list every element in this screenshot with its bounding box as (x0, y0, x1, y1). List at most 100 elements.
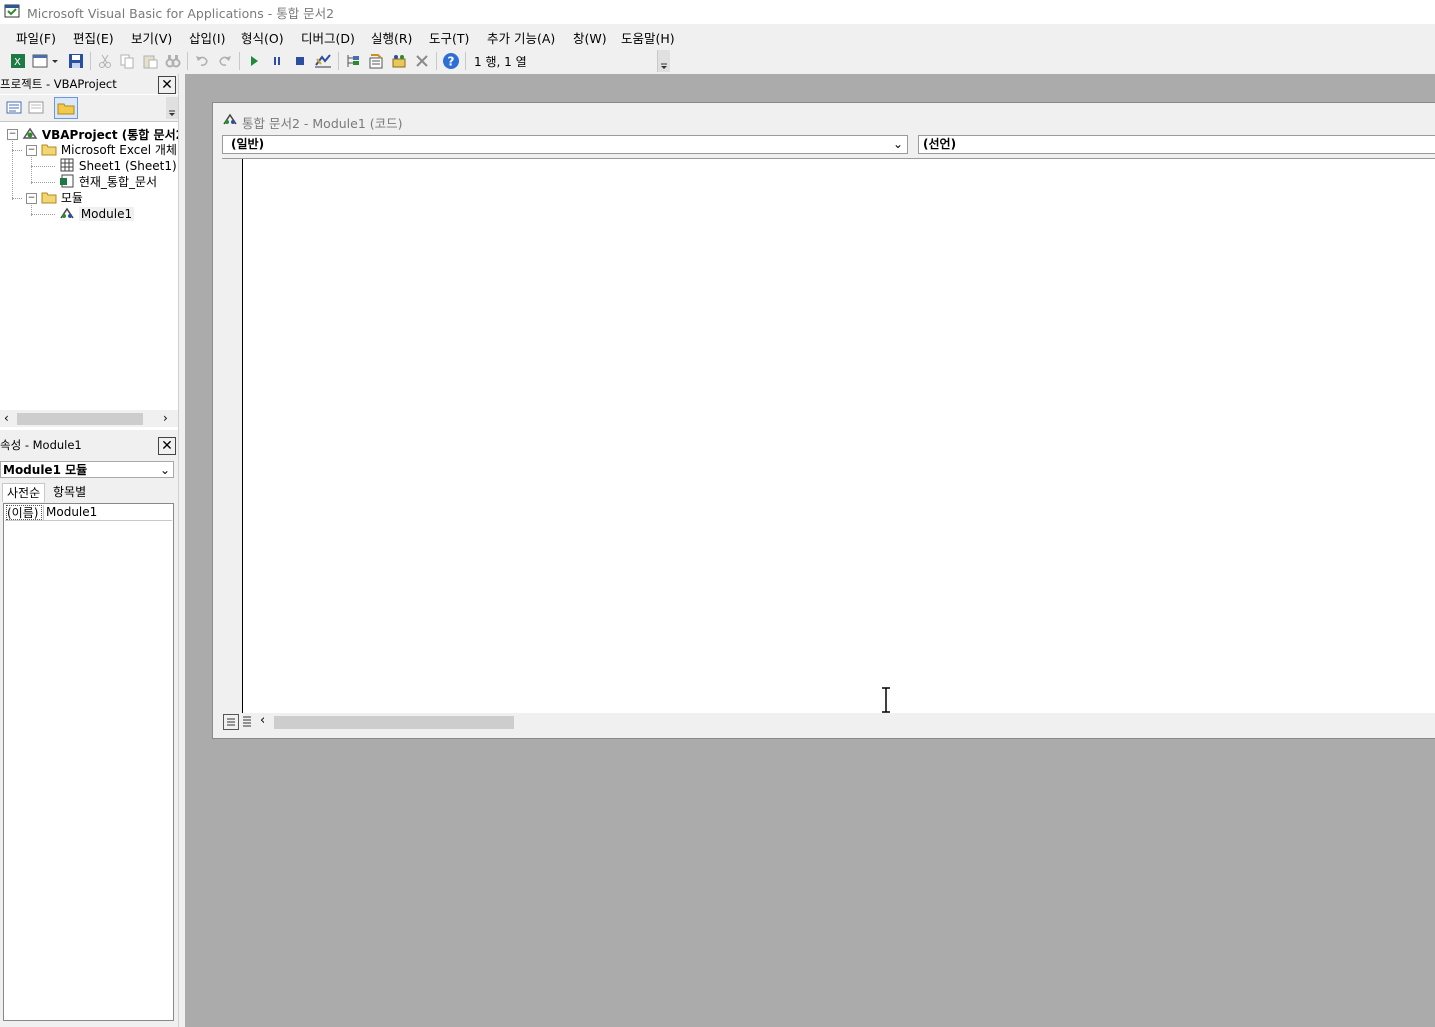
undo-icon[interactable] (192, 51, 212, 71)
menu-tools[interactable]: 도구(T) (429, 28, 469, 47)
tree-node-workbook[interactable]: 현재_통합_문서 (59, 174, 157, 190)
panel-splitter[interactable] (178, 74, 185, 1027)
folder-open-icon (41, 192, 57, 204)
full-module-view-icon[interactable] (240, 714, 254, 728)
vbaproject-icon (22, 127, 38, 139)
save-icon[interactable] (66, 51, 86, 71)
view-object-icon[interactable] (27, 100, 45, 116)
chevron-down-icon: ⌄ (159, 463, 170, 477)
collapse-excel-objects-toggle[interactable]: − (26, 145, 37, 156)
menu-bar: 파일(F) 편집(E) 보기(V) 삽입(I) 형식(O) 디버그(D) 실행(… (0, 24, 1435, 48)
collapse-modules-toggle[interactable]: − (26, 193, 37, 204)
scrollbar-thumb[interactable] (274, 716, 514, 729)
procedure-view-icon[interactable] (223, 714, 239, 730)
properties-grid: (이름) Module1 (3, 503, 174, 1021)
redo-icon[interactable] (215, 51, 235, 71)
property-row[interactable]: (이름) Module1 (5, 505, 172, 521)
property-divider (43, 505, 44, 520)
excel-icon[interactable]: X (8, 51, 28, 71)
code-window-titlebar[interactable]: 통합 문서2 - Module1 (코드) (213, 103, 1435, 133)
toolbar-options-grip[interactable] (657, 50, 670, 72)
paste-icon[interactable] (140, 51, 160, 71)
procedure-combo-value: (선언) (923, 137, 957, 151)
svg-text:?: ? (448, 55, 455, 69)
menu-edit[interactable]: 편집(E) (73, 28, 114, 47)
run-icon[interactable] (244, 51, 264, 71)
text-cursor-icon (882, 687, 890, 713)
break-icon[interactable] (267, 51, 287, 71)
toolbar-separator (187, 52, 188, 70)
find-icon[interactable] (163, 51, 183, 71)
tree-node-module1[interactable]: Module1 (59, 206, 135, 222)
property-value[interactable]: Module1 (46, 505, 97, 520)
menu-run[interactable]: 실행(R) (371, 28, 412, 47)
properties-panel: 속성 - Module1 ✕ Module1 모듈 ⌄ 사전순 항목별 (이름)… (0, 431, 178, 1027)
toolbar-separator (338, 52, 339, 70)
svg-text:X: X (14, 57, 21, 68)
tab-categorized[interactable]: 항목별 (49, 483, 90, 501)
worksheet-icon (60, 158, 74, 172)
scrollbar-thumb[interactable] (17, 413, 143, 425)
object-selector-value: Module1 모듈 (3, 463, 88, 477)
folder-open-icon (41, 144, 57, 156)
close-icon[interactable]: ✕ (158, 76, 176, 94)
vba-app-icon (4, 4, 20, 18)
tree-node-excel-objects[interactable]: Microsoft Excel 개체 (41, 142, 177, 158)
module-icon (60, 207, 74, 219)
object-combo-value: (일반) (231, 137, 265, 151)
properties-tabs: 사전순 항목별 (0, 481, 178, 503)
object-selector-dropdown[interactable]: Module1 모듈 ⌄ (0, 461, 174, 478)
project-explorer-icon[interactable] (343, 51, 363, 71)
project-explorer-panel: 프로젝트 - VBAProject ✕ − VBAProject (통합 문서2… (0, 74, 178, 430)
procedure-combo[interactable]: (선언) (918, 135, 1435, 154)
code-horizontal-scrollbar[interactable]: ‹ (222, 713, 1435, 731)
menu-format[interactable]: 형식(O) (241, 28, 284, 47)
copy-icon[interactable] (117, 51, 137, 71)
reset-icon[interactable] (290, 51, 310, 71)
menu-file[interactable]: 파일(F) (16, 28, 56, 47)
tree-node-vbaproject[interactable]: VBAProject (통합 문서2) (22, 126, 178, 142)
menu-view[interactable]: 보기(V) (131, 28, 172, 47)
project-toolbar-grip[interactable] (166, 97, 178, 119)
properties-panel-title: 속성 - Module1 (0, 438, 82, 452)
cursor-position-readout: 1 행, 1 열 (474, 55, 527, 69)
properties-window-icon[interactable] (366, 51, 386, 71)
tree-node-sheet1[interactable]: Sheet1 (Sheet1) (59, 158, 177, 174)
design-mode-icon[interactable] (313, 51, 333, 71)
menu-debug[interactable]: 디버그(D) (301, 28, 355, 47)
tab-alphabetic[interactable]: 사전순 (2, 483, 46, 502)
menu-addins[interactable]: 추가 기능(A) (487, 28, 555, 47)
object-combo[interactable]: (일반) ⌄ (222, 135, 908, 154)
close-icon[interactable]: ✕ (158, 437, 176, 455)
window-title: Microsoft Visual Basic for Applications … (27, 6, 335, 21)
menu-help[interactable]: 도움말(H) (621, 28, 675, 47)
toolbox-icon[interactable] (412, 51, 432, 71)
project-panel-title: 프로젝트 - VBAProject (0, 77, 117, 91)
tree-node-modules[interactable]: 모듈 (41, 190, 83, 206)
code-window-title: 통합 문서2 - Module1 (코드) (242, 116, 403, 131)
cut-icon[interactable] (95, 51, 115, 71)
object-browser-icon[interactable] (389, 51, 409, 71)
module-icon (223, 113, 237, 125)
collapse-vbaproject-toggle[interactable]: − (7, 129, 18, 140)
tree-label-excel-objects: Microsoft Excel 개체 (60, 143, 177, 157)
insert-userform-icon[interactable] (31, 51, 63, 71)
project-panel-header: 프로젝트 - VBAProject ✕ (0, 74, 178, 94)
standard-toolbar: X ? 1 행, 1 열 (0, 48, 670, 74)
menu-window[interactable]: 창(W) (573, 28, 607, 47)
view-code-icon[interactable] (5, 100, 23, 116)
title-bar: Microsoft Visual Basic for Applications … (0, 0, 1435, 24)
chevron-down-icon: ⌄ (892, 137, 903, 151)
tree-label-vbaproject: VBAProject (통합 문서2) (41, 128, 178, 142)
scroll-left-arrow-icon[interactable]: ‹ (260, 713, 265, 728)
scroll-left-arrow-icon[interactable]: ‹ (4, 411, 9, 425)
toggle-folders-icon[interactable] (54, 97, 78, 119)
code-editor[interactable] (222, 158, 1435, 715)
project-tree: − VBAProject (통합 문서2) − Microsoft Excel … (0, 122, 178, 412)
menu-insert[interactable]: 삽입(I) (189, 28, 225, 47)
scroll-right-arrow-icon[interactable]: › (163, 411, 168, 425)
tree-label-workbook: 현재_통합_문서 (78, 175, 158, 189)
help-icon[interactable]: ? (441, 51, 461, 71)
project-horizontal-scrollbar[interactable]: ‹ › (0, 410, 178, 427)
margin-indicator-bar[interactable] (222, 159, 243, 715)
